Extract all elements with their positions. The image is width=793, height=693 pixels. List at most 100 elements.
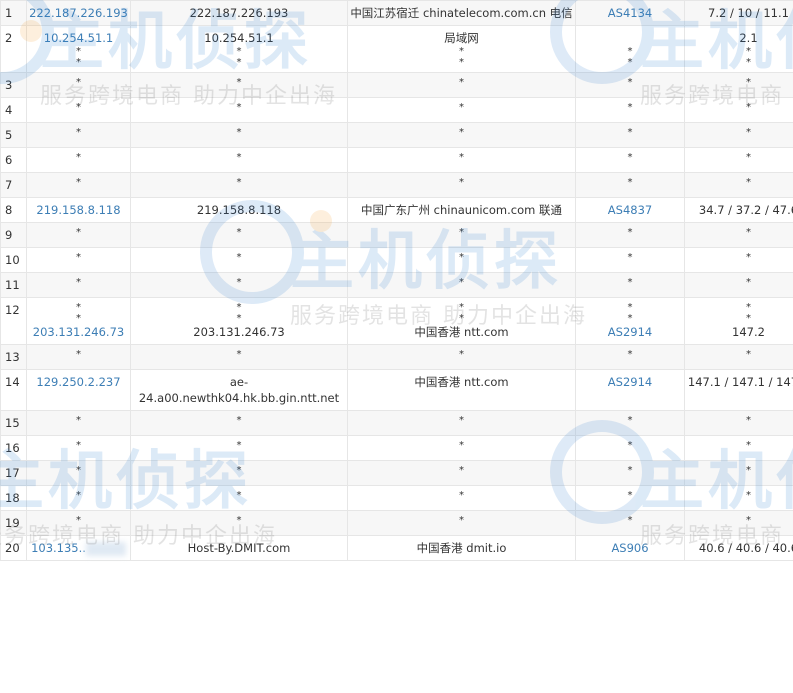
asn-cell: * xyxy=(575,410,685,436)
no-response: * xyxy=(76,515,81,526)
latency-text: 147.2 xyxy=(732,325,765,339)
ip-link[interactable]: 203.131.246.73 xyxy=(29,324,128,340)
no-response: * xyxy=(76,252,81,263)
no-response: * xyxy=(627,515,633,526)
latency-text: 40.6 / 40.6 / 40.6 xyxy=(698,541,793,555)
no-response: * xyxy=(627,102,633,113)
hostname-text: 219.158.8.118 xyxy=(196,203,282,217)
no-response: * xyxy=(76,302,81,313)
location-cell: * xyxy=(347,222,576,248)
asn-link[interactable]: AS2914 xyxy=(578,374,682,390)
no-response: * xyxy=(459,227,464,238)
no-response: * xyxy=(627,252,633,263)
no-response: * xyxy=(76,46,81,57)
no-response: * xyxy=(627,465,633,476)
no-response: * xyxy=(746,152,751,163)
hostname-text: 222.187.226.193 xyxy=(189,6,289,20)
no-response: * xyxy=(627,152,633,163)
no-response: * xyxy=(627,77,633,88)
asn-link[interactable]: AS2914 xyxy=(578,324,682,340)
latency-cell: * xyxy=(684,97,793,123)
hop-number: 2 xyxy=(0,25,27,73)
location-cell: * xyxy=(347,147,576,173)
location-cell: * xyxy=(347,344,576,370)
ip-cell: 129.250.2.237 xyxy=(26,369,131,411)
asn-link[interactable]: AS4134 xyxy=(578,5,682,21)
location-cell: * xyxy=(347,485,576,511)
no-response: * xyxy=(746,252,751,263)
no-response: * xyxy=(236,440,242,451)
ip-cell: * xyxy=(26,122,131,148)
no-response: * xyxy=(627,349,633,360)
asn-cell: * xyxy=(575,435,685,461)
asn-link[interactable]: AS4837 xyxy=(578,202,682,218)
no-response: * xyxy=(459,490,464,501)
ip-link[interactable]: 129.250.2.237 xyxy=(29,374,128,390)
no-response: * xyxy=(459,515,464,526)
hostname-cell: * xyxy=(130,72,348,98)
no-response: * xyxy=(746,313,751,324)
latency-cell: * xyxy=(684,222,793,248)
ip-cell: * * 203.131.246.73 xyxy=(26,297,131,345)
no-response: * xyxy=(627,415,633,426)
hostname-cell: 222.187.226.193 xyxy=(130,0,348,26)
table-row: 8 219.158.8.118 219.158.8.118 中国广东广州 chinau… xyxy=(0,197,793,223)
no-response: * xyxy=(76,77,81,88)
ip-cell: 219.158.8.118 xyxy=(26,197,131,223)
no-response: * xyxy=(746,57,751,68)
hostname-cell: 219.158.8.118 xyxy=(130,197,348,223)
latency-cell: 2.1 * * xyxy=(684,25,793,73)
latency-cell: * xyxy=(684,247,793,273)
hostname-cell: * xyxy=(130,122,348,148)
no-response: * xyxy=(236,277,242,288)
hostname-cell: * xyxy=(130,247,348,273)
table-row: 14 129.250.2.237 ae-24.a00.newthk04.hk.bb.… xyxy=(0,369,793,411)
ip-cell: * xyxy=(26,344,131,370)
no-response: * xyxy=(459,46,464,57)
no-response: * xyxy=(746,415,751,426)
hostname-cell: * xyxy=(130,147,348,173)
latency-cell: 7.2 / 10 / 11.1 xyxy=(684,0,793,26)
ip-link[interactable]: 10.254.51.1 xyxy=(29,30,128,46)
asn-link[interactable]: AS906 xyxy=(578,540,682,556)
asn-cell: * xyxy=(575,97,685,123)
table-row: 2 10.254.51.1 * * 10.254.51.1 * * 局域网 * * * * 2.1 * * xyxy=(0,25,793,73)
latency-cell: * xyxy=(684,122,793,148)
latency-cell: 40.6 / 40.6 / 40.6 xyxy=(684,535,793,561)
traceroute-table: 1 222.187.226.193 222.187.226.193 中国江苏宿迁 ch… xyxy=(0,0,793,561)
location-cell: * xyxy=(347,272,576,298)
table-row: 1 222.187.226.193 222.187.226.193 中国江苏宿迁 ch… xyxy=(0,0,793,26)
redacted-blur xyxy=(85,541,126,556)
latency-cell: * xyxy=(684,147,793,173)
no-response: * xyxy=(459,349,464,360)
ip-cell: * xyxy=(26,510,131,536)
no-response: * xyxy=(459,252,464,263)
ip-link[interactable]: 103.135.. xyxy=(31,541,86,555)
ip-link[interactable]: 219.158.8.118 xyxy=(29,202,128,218)
latency-text: 7.2 / 10 / 11.1 xyxy=(708,6,789,20)
no-response: * xyxy=(236,46,242,57)
location-cell: * xyxy=(347,122,576,148)
location-cell: * xyxy=(347,460,576,486)
no-response: * xyxy=(746,277,751,288)
hostname-cell: * xyxy=(130,485,348,511)
no-response: * xyxy=(746,465,751,476)
location-cell: * xyxy=(347,410,576,436)
no-response: * xyxy=(76,277,81,288)
ip-cell: * xyxy=(26,97,131,123)
ip-link[interactable]: 222.187.226.193 xyxy=(29,5,128,21)
no-response: * xyxy=(236,313,242,324)
no-response: * xyxy=(459,152,464,163)
ip-cell: * xyxy=(26,72,131,98)
no-response: * xyxy=(236,490,242,501)
asn-link xyxy=(578,30,682,46)
latency-cell: * xyxy=(684,435,793,461)
table-row: 10 * * * * * xyxy=(0,247,793,273)
location-text: 中国广东广州 chinaunicom.com 联通 xyxy=(360,203,562,217)
no-response: * xyxy=(746,46,751,57)
no-response: * xyxy=(459,302,464,313)
hostname-text: 203.131.246.73 xyxy=(193,325,285,339)
table-row: 16 * * * * * xyxy=(0,435,793,461)
no-response: * xyxy=(746,177,751,188)
asn-cell: * * xyxy=(575,25,685,73)
